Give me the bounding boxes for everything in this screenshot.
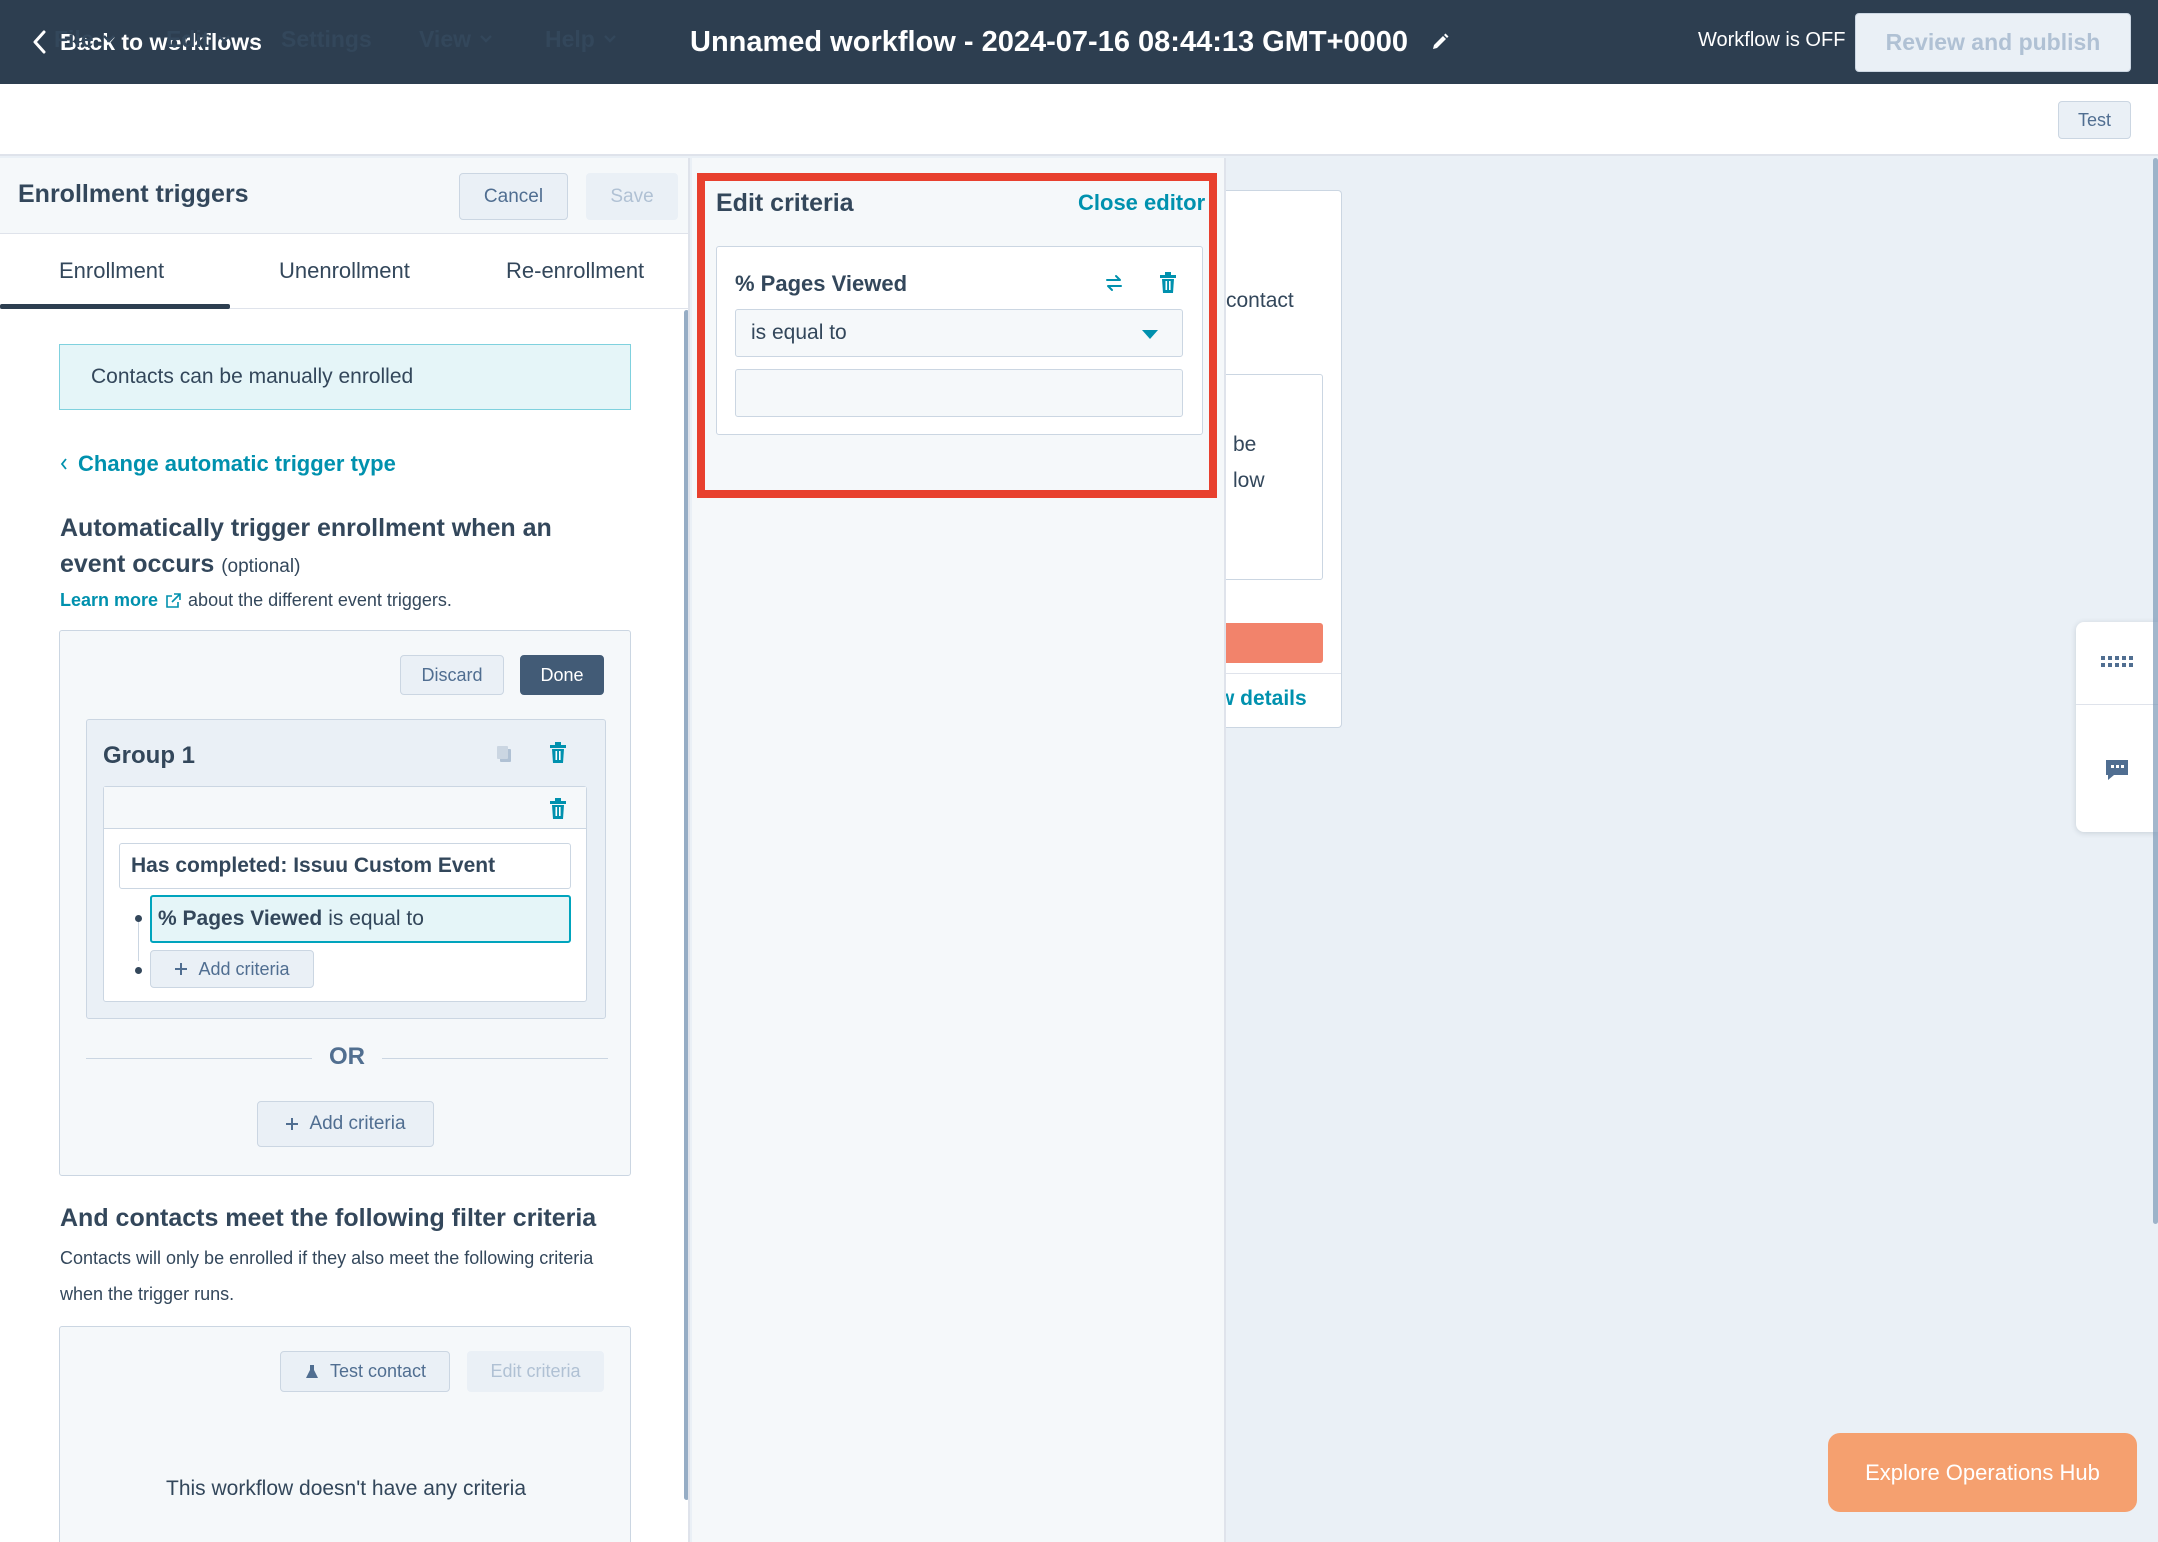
menu-help-label: Help (545, 25, 595, 52)
card-text: contact (1226, 289, 1294, 312)
card-action-button[interactable] (1226, 623, 1323, 663)
tab-enrollment[interactable]: Enrollment (59, 258, 164, 284)
canvas-scrollbar[interactable] (2153, 158, 2158, 1224)
pencil-icon[interactable] (1430, 32, 1450, 52)
discard-button[interactable]: Discard (400, 655, 504, 695)
divider (382, 1058, 608, 1059)
no-criteria-message: This workflow doesn't have any criteria (166, 1477, 526, 1500)
bullet (135, 967, 142, 974)
completed-event-filter[interactable]: Has completed: Issuu Custom Event (119, 843, 571, 889)
change-trigger-label: Change automatic trigger type (78, 451, 396, 476)
workflow-title-text: Unnamed workflow - 2024-07-16 08:44:13 G… (690, 25, 1409, 58)
menu-view-label: View (419, 25, 471, 52)
test-contact-button[interactable]: Test contact (280, 1351, 450, 1392)
event-trigger-editor: Discard Done Group 1 Has completed: Issu… (59, 630, 631, 1176)
learn-more-rest: about the different event triggers. (188, 590, 452, 610)
menu-edit-label: Edit (166, 25, 210, 52)
divider (86, 1058, 312, 1059)
learn-more-row: Learn more about the different event tri… (60, 590, 452, 611)
chat-icon[interactable] (2104, 758, 2130, 782)
group-title: Group 1 (103, 742, 196, 769)
divider (1226, 673, 1341, 674)
criteria-operator: is equal to (328, 907, 424, 930)
chevron-left-icon (60, 458, 68, 470)
chevron-down-icon (603, 34, 617, 44)
workflow-status: Workflow is OFF (1698, 29, 1846, 51)
cancel-button[interactable]: Cancel (459, 173, 568, 220)
view-details-link[interactable]: w details (1226, 687, 1307, 711)
tab-re-enrollment[interactable]: Re-enrollment (506, 258, 644, 284)
panel-title: Enrollment triggers (18, 180, 249, 208)
external-link-icon (164, 592, 182, 610)
menu-help[interactable]: Help (545, 24, 617, 54)
plus-icon (285, 1117, 299, 1131)
event-criteria-header (104, 787, 586, 829)
chevron-down-icon (217, 34, 231, 44)
add-criteria-label: Add criteria (198, 958, 290, 979)
menu-settings[interactable]: Settings (281, 24, 372, 54)
card-text: be low (1233, 427, 1265, 499)
chevron-left-icon (32, 30, 46, 54)
bullet (135, 915, 142, 922)
add-criteria-group-button[interactable]: Add criteria (257, 1101, 434, 1147)
test-button[interactable]: Test (2058, 101, 2131, 139)
event-criteria-block: Has completed: Issuu Custom Event % Page… (103, 786, 587, 1002)
test-contact-label: Test contact (329, 1361, 427, 1381)
copy-icon[interactable] (495, 744, 513, 764)
auto-trigger-heading: Automatically trigger enrollment when an… (60, 510, 620, 585)
or-separator: OR (329, 1043, 365, 1070)
criteria-property: % Pages Viewed (158, 907, 323, 930)
criteria-group: Group 1 Has completed: Issuu Custom Even… (86, 719, 606, 1019)
filter-criteria-heading: And contacts meet the following filter c… (60, 1204, 597, 1232)
done-button[interactable]: Done (520, 655, 604, 695)
flask-icon (304, 1364, 320, 1380)
add-criteria-button[interactable]: Add criteria (150, 950, 314, 988)
panel-scrollbar[interactable] (684, 310, 688, 1500)
chevron-down-icon (479, 34, 493, 44)
menu-view[interactable]: View (419, 24, 493, 54)
menu-file-label: File (54, 25, 94, 52)
workflow-title[interactable]: Unnamed workflow - 2024-07-16 08:44:13 G… (690, 22, 1450, 62)
highlight-box (697, 173, 1217, 498)
card-text-line: be (1233, 433, 1257, 456)
review-and-publish-button[interactable]: Review and publish (1855, 13, 2131, 72)
optional-label: (optional) (221, 556, 301, 577)
keypad-icon[interactable] (2100, 655, 2134, 669)
auto-trigger-heading-text: Automatically trigger enrollment when an… (60, 514, 552, 578)
divider (2076, 704, 2158, 705)
card-text-line: low (1233, 469, 1265, 492)
learn-more-link[interactable]: Learn more (60, 590, 158, 611)
menu-edit[interactable]: Edit (166, 24, 231, 54)
plus-icon (174, 962, 188, 976)
side-tools (2076, 622, 2158, 832)
selected-criteria-pill[interactable]: % Pages Viewed is equal to (150, 895, 571, 943)
add-criteria-label: Add criteria (309, 1113, 406, 1134)
edit-criteria-button[interactable]: Edit criteria (467, 1351, 604, 1392)
chevron-down-icon (102, 34, 116, 44)
filter-criteria-box: Test contact Edit criteria This workflow… (59, 1326, 631, 1542)
change-trigger-type-link[interactable]: Change automatic trigger type (60, 451, 396, 477)
menu-file[interactable]: File (54, 24, 116, 54)
trash-icon[interactable] (549, 742, 567, 764)
tree-line (138, 917, 139, 961)
menu-bar (0, 84, 2158, 156)
tab-unenrollment[interactable]: Unenrollment (279, 258, 410, 284)
active-tab-indicator (0, 304, 230, 309)
menu-settings-label: Settings (281, 25, 372, 52)
save-button[interactable]: Save (586, 173, 678, 220)
workflow-trigger-card[interactable]: contact be low w details (1226, 190, 1342, 728)
trash-icon[interactable] (549, 798, 567, 820)
explore-operations-hub-button[interactable]: Explore Operations Hub (1828, 1433, 2137, 1512)
enrollment-triggers-panel: Enrollment triggers Cancel Save Enrollme… (0, 158, 690, 1542)
filter-criteria-description: Contacts will only be enrolled if they a… (60, 1248, 594, 1304)
manual-enroll-notice: Contacts can be manually enrolled (59, 344, 631, 410)
